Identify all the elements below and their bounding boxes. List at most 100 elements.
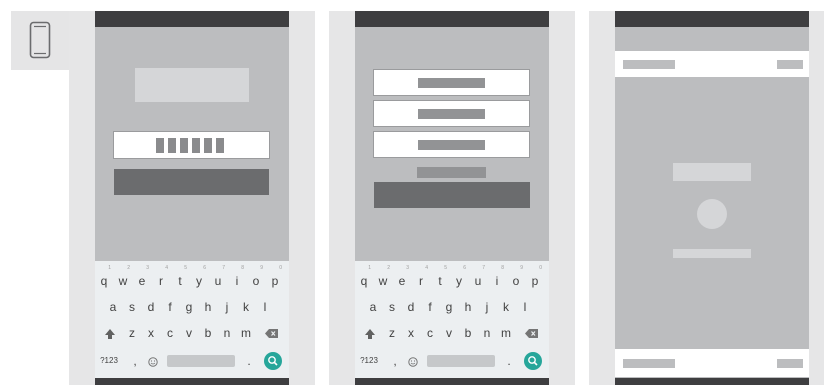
key-w[interactable]: w2 bbox=[375, 265, 391, 291]
keyboard-row-4: ?123 , . bbox=[95, 351, 289, 371]
phone-screen-content bbox=[615, 11, 809, 385]
backspace-icon bbox=[264, 329, 278, 339]
search-enter-icon bbox=[268, 356, 278, 366]
space-bar[interactable] bbox=[427, 355, 495, 367]
key-c[interactable]: c bbox=[162, 323, 178, 343]
field-placeholder bbox=[418, 109, 485, 119]
emoji-key[interactable] bbox=[145, 351, 161, 371]
form-field-3[interactable] bbox=[373, 131, 530, 158]
key-g[interactable]: g bbox=[181, 297, 197, 317]
key-o[interactable]: o9 bbox=[508, 265, 524, 291]
pin-input[interactable] bbox=[113, 131, 270, 159]
key-v[interactable]: v bbox=[441, 323, 457, 343]
status-bar bbox=[95, 11, 289, 27]
key-x[interactable]: x bbox=[143, 323, 159, 343]
key-p[interactable]: p0 bbox=[267, 265, 283, 291]
key-i[interactable]: i8 bbox=[489, 265, 505, 291]
submit-button[interactable] bbox=[374, 182, 530, 208]
submit-button[interactable] bbox=[114, 169, 269, 195]
shift-arrow-icon bbox=[365, 328, 375, 339]
emoji-key[interactable] bbox=[405, 351, 421, 371]
key-z[interactable]: z bbox=[124, 323, 140, 343]
comma-key[interactable]: , bbox=[127, 351, 143, 371]
key-r[interactable]: r4 bbox=[413, 265, 429, 291]
key-z[interactable]: z bbox=[384, 323, 400, 343]
symbols-key[interactable]: ?123 bbox=[99, 351, 119, 371]
symbols-key[interactable]: ?123 bbox=[359, 351, 379, 371]
key-r[interactable]: r4 bbox=[153, 265, 169, 291]
key-a[interactable]: a bbox=[365, 297, 381, 317]
space-bar[interactable] bbox=[167, 355, 235, 367]
key-a[interactable]: a bbox=[105, 297, 121, 317]
key-j[interactable]: j bbox=[219, 297, 235, 317]
key-m[interactable]: m bbox=[498, 323, 514, 343]
key-d[interactable]: d bbox=[403, 297, 419, 317]
key-n[interactable]: n bbox=[479, 323, 495, 343]
backspace-key[interactable] bbox=[263, 323, 279, 343]
footer-right-placeholder[interactable] bbox=[777, 359, 803, 368]
backspace-key[interactable] bbox=[523, 323, 539, 343]
bottom-bar bbox=[615, 349, 809, 377]
phone-screen-form: q1 w2 e3 r4 t5 y6 u7 i8 o9 p0 a s d f g … bbox=[355, 11, 549, 385]
backspace-icon bbox=[524, 329, 538, 339]
key-j[interactable]: j bbox=[479, 297, 495, 317]
navigation-bar bbox=[355, 378, 549, 385]
key-i[interactable]: i8 bbox=[229, 265, 245, 291]
key-u[interactable]: u7 bbox=[470, 265, 486, 291]
key-e[interactable]: e3 bbox=[134, 265, 150, 291]
key-m[interactable]: m bbox=[238, 323, 254, 343]
form-field-2[interactable] bbox=[373, 100, 530, 127]
key-h[interactable]: h bbox=[460, 297, 476, 317]
soft-keyboard: q1 w2 e3 r4 t5 y6 u7 i8 o9 p0 a s d f g … bbox=[355, 261, 549, 378]
search-enter-icon bbox=[528, 356, 538, 366]
key-e[interactable]: e3 bbox=[394, 265, 410, 291]
enter-search-key[interactable] bbox=[524, 352, 542, 370]
link-placeholder[interactable] bbox=[417, 167, 486, 178]
footer-left-placeholder[interactable] bbox=[623, 359, 675, 368]
keyboard-row-3: z x c v b n m bbox=[95, 323, 289, 343]
enter-search-key[interactable] bbox=[264, 352, 282, 370]
period-key[interactable]: . bbox=[241, 351, 257, 371]
key-f[interactable]: f bbox=[422, 297, 438, 317]
phone-screen-pin-login: q1 w2 e3 r4 t5 y6 u7 i8 o9 p0 a s d f g … bbox=[95, 11, 289, 385]
period-key[interactable]: . bbox=[501, 351, 517, 371]
key-k[interactable]: k bbox=[238, 297, 254, 317]
key-v[interactable]: v bbox=[181, 323, 197, 343]
key-d[interactable]: d bbox=[143, 297, 159, 317]
key-l[interactable]: l bbox=[257, 297, 273, 317]
key-n[interactable]: n bbox=[219, 323, 235, 343]
key-u[interactable]: u7 bbox=[210, 265, 226, 291]
key-y[interactable]: y6 bbox=[451, 265, 467, 291]
key-h[interactable]: h bbox=[200, 297, 216, 317]
key-w[interactable]: w2 bbox=[115, 265, 131, 291]
key-b[interactable]: b bbox=[460, 323, 476, 343]
key-o[interactable]: o9 bbox=[248, 265, 264, 291]
key-t[interactable]: t5 bbox=[172, 265, 188, 291]
emoji-icon bbox=[408, 357, 418, 367]
key-x[interactable]: x bbox=[403, 323, 419, 343]
key-c[interactable]: c bbox=[422, 323, 438, 343]
status-bar bbox=[615, 11, 809, 27]
key-y[interactable]: y6 bbox=[191, 265, 207, 291]
key-q[interactable]: q1 bbox=[96, 265, 112, 291]
field-placeholder bbox=[418, 140, 485, 150]
action-placeholder[interactable] bbox=[777, 60, 803, 69]
key-g[interactable]: g bbox=[441, 297, 457, 317]
key-s[interactable]: s bbox=[384, 297, 400, 317]
key-f[interactable]: f bbox=[162, 297, 178, 317]
comma-key[interactable]: , bbox=[387, 351, 403, 371]
shift-key[interactable] bbox=[102, 323, 118, 343]
key-p[interactable]: p0 bbox=[527, 265, 543, 291]
form-field-1[interactable] bbox=[373, 69, 530, 96]
emoji-icon bbox=[148, 357, 158, 367]
key-q[interactable]: q1 bbox=[356, 265, 372, 291]
title-placeholder bbox=[623, 60, 675, 69]
key-b[interactable]: b bbox=[200, 323, 216, 343]
key-l[interactable]: l bbox=[517, 297, 533, 317]
key-s[interactable]: s bbox=[124, 297, 140, 317]
device-selector[interactable] bbox=[11, 11, 69, 70]
key-k[interactable]: k bbox=[498, 297, 514, 317]
key-t[interactable]: t5 bbox=[432, 265, 448, 291]
navigation-bar bbox=[95, 378, 289, 385]
shift-key[interactable] bbox=[362, 323, 378, 343]
